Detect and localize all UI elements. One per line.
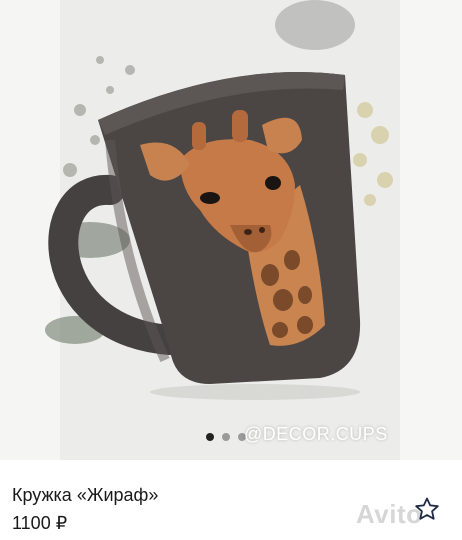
favorite-button[interactable] [414, 496, 440, 522]
mug-illustration [0, 0, 462, 460]
product-photo[interactable] [0, 0, 462, 460]
photo-watermark: @DECOR.CUPS [244, 424, 388, 444]
pagination-dot-active[interactable] [206, 433, 214, 441]
gallery-pagination[interactable] [206, 433, 246, 441]
brand-watermark: Avito [356, 499, 423, 529]
listing-price: 1100 ₽ [12, 513, 68, 533]
listing-title[interactable]: Кружка «Жираф» [12, 485, 158, 506]
star-outline-icon [415, 497, 439, 520]
pagination-dot[interactable] [222, 433, 230, 441]
